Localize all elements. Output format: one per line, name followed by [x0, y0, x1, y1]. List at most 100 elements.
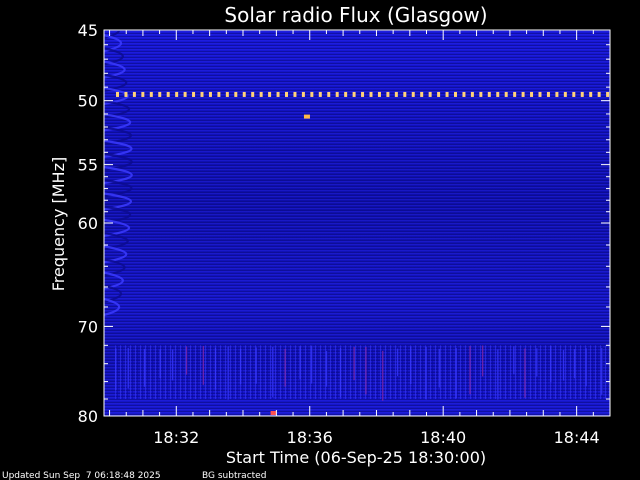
striation	[455, 348, 457, 399]
vertical-striations	[115, 345, 610, 401]
y-tick-label: 70	[78, 317, 98, 336]
interference-dash	[428, 91, 432, 97]
burst-marker	[270, 411, 277, 415]
striation	[573, 349, 576, 379]
striation	[310, 345, 313, 384]
striation	[185, 346, 188, 375]
striation	[202, 346, 204, 385]
striation	[115, 348, 117, 391]
striation	[536, 348, 538, 377]
y-tick-label: 60	[78, 214, 98, 233]
interference-dash	[158, 91, 162, 97]
interference-dash	[124, 91, 128, 97]
y-tick-label: 45	[78, 21, 98, 40]
interference-dash	[496, 91, 500, 97]
striation	[438, 348, 440, 388]
striation	[469, 346, 471, 395]
striation	[481, 345, 484, 377]
interference-dash	[555, 91, 559, 97]
interference-dash	[606, 91, 610, 97]
interference-dash	[251, 91, 255, 97]
interference-dash	[242, 91, 246, 97]
chart-title: Solar radio Flux (Glasgow)	[224, 3, 487, 27]
interference-dash	[394, 91, 398, 97]
striation	[353, 346, 355, 381]
striation	[214, 347, 217, 390]
interference-dash	[132, 91, 136, 97]
striation	[339, 347, 342, 398]
striation	[127, 347, 129, 389]
interference-dash	[166, 91, 170, 97]
interference-dash	[437, 91, 441, 97]
interference-dash	[276, 91, 280, 97]
interference-dash	[572, 91, 576, 97]
striation	[171, 349, 174, 381]
x-axis-label: Start Time (06-Sep-25 18:30:00)	[226, 448, 486, 467]
striation	[143, 348, 146, 387]
x-tick-label: 18:44	[554, 428, 600, 447]
interference-dash	[225, 91, 229, 97]
y-tick-label: 55	[78, 156, 98, 175]
interference-dash	[344, 91, 348, 97]
footer-updated-text: Updated Sun Sep 7 06:18:48 2025	[2, 471, 161, 480]
interference-dash	[479, 91, 483, 97]
striation	[365, 346, 367, 395]
striation	[497, 349, 499, 400]
interference-dash	[589, 91, 593, 97]
striation	[227, 346, 229, 400]
interference-dash	[183, 91, 187, 97]
interference-dash	[327, 91, 331, 97]
interference-dash	[301, 91, 305, 97]
interference-dash	[470, 91, 474, 97]
y-tick-label: 80	[78, 407, 98, 426]
interference-dash	[352, 91, 356, 97]
interference-dash	[597, 91, 601, 97]
interference-dash	[293, 91, 297, 97]
y-axis-label: Frequency [MHz]	[49, 157, 68, 291]
striation	[396, 348, 399, 377]
interference-dash	[200, 91, 204, 97]
interference-dash	[361, 91, 365, 97]
striation	[284, 348, 286, 387]
spectrogram-figure: 45 50 55 60 70 80 18:32 18:36 18:40 18:44 Solar …	[0, 0, 640, 480]
interference-dash	[116, 91, 119, 97]
striation	[585, 348, 587, 387]
interference-dash	[310, 91, 314, 97]
interference-dash	[521, 91, 525, 97]
striation	[325, 351, 328, 387]
striation	[601, 348, 603, 395]
striation	[410, 346, 412, 385]
interference-dash	[538, 91, 542, 97]
striation	[513, 346, 515, 375]
interference-dash	[377, 91, 381, 97]
interference-dash	[335, 91, 339, 97]
striation-band	[115, 345, 610, 400]
footer-note-text: BG subtracted	[202, 471, 266, 480]
interference-dash	[318, 91, 322, 97]
interference-dash	[513, 91, 517, 97]
interference-dash	[175, 91, 179, 97]
interference-dash	[192, 91, 196, 97]
interference-dash	[445, 91, 449, 97]
interference-dash	[141, 91, 145, 97]
interference-dash	[285, 91, 288, 97]
interference-dash	[217, 91, 221, 97]
interference-dash	[420, 91, 424, 97]
interference-dash	[546, 91, 550, 97]
striation	[299, 346, 301, 379]
interference-dash	[268, 91, 272, 97]
striation	[272, 346, 274, 398]
interference-dash	[504, 91, 508, 97]
striation	[550, 345, 552, 383]
interference-dash	[454, 91, 457, 97]
striation	[524, 348, 526, 398]
interference-dash	[149, 91, 153, 97]
x-tick-label: 18:36	[287, 428, 333, 447]
y-tick-label: 50	[78, 92, 98, 111]
x-tick-label: 18:40	[420, 428, 466, 447]
interference-dash	[386, 91, 390, 97]
interference-dash	[369, 91, 373, 97]
interference-dash	[487, 91, 491, 97]
interference-dash	[411, 91, 415, 97]
striation	[255, 347, 257, 384]
